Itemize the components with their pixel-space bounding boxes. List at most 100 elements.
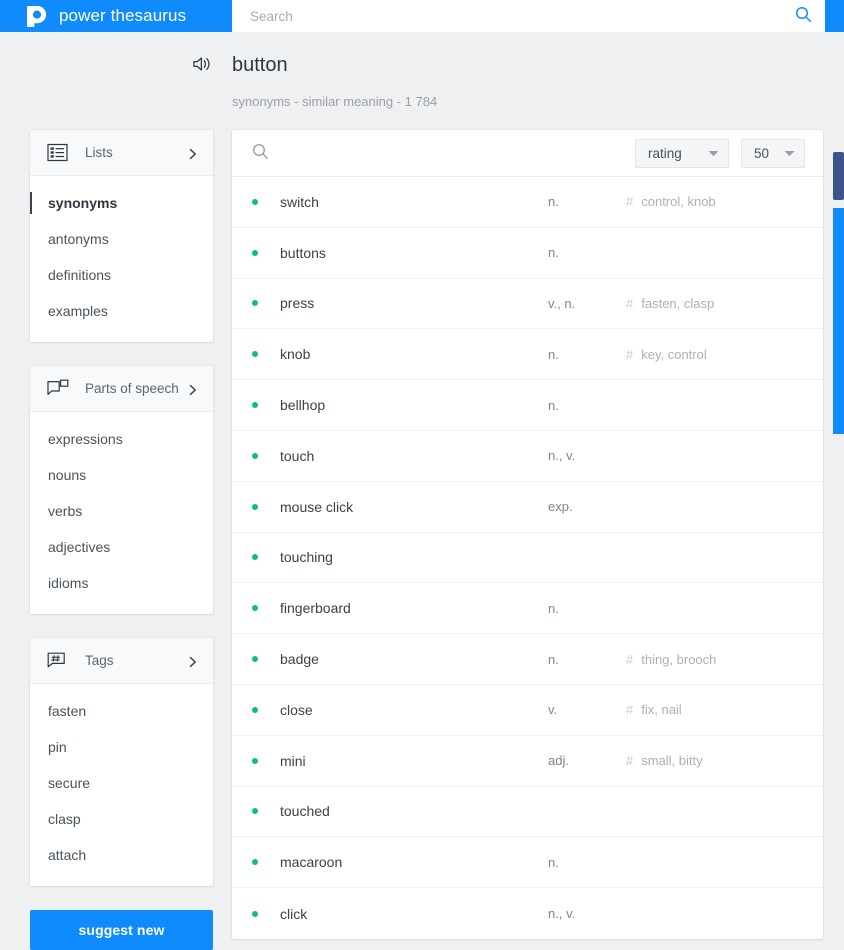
tags-label[interactable]: small, bitty	[641, 753, 702, 768]
sort-select[interactable]: rating	[635, 138, 729, 168]
sidebar-item-expressions[interactable]: expressions	[30, 421, 213, 457]
sidebar-item-label: idioms	[48, 575, 89, 591]
results-toolbar: rating 50	[232, 130, 823, 177]
tags-label[interactable]: thing, brooch	[641, 652, 716, 667]
tags-cell: # fasten, clasp	[626, 296, 714, 311]
sidebar-item-fasten[interactable]: fasten	[30, 693, 213, 729]
table-row[interactable]: click n., v.	[232, 888, 823, 939]
table-row[interactable]: mini adj. # small, bitty	[232, 736, 823, 787]
hash-icon: #	[626, 753, 634, 769]
term-label: bellhop	[280, 397, 326, 414]
sidebar-item-examples[interactable]: examples	[30, 293, 213, 329]
part-of-speech-label: n.	[548, 194, 559, 210]
tags-label[interactable]: fasten, clasp	[641, 296, 714, 311]
results-filter-button[interactable]	[252, 142, 274, 164]
sidebar-item-label: expressions	[48, 431, 123, 447]
term-label: switch	[280, 193, 319, 210]
pronounce-button[interactable]	[190, 55, 214, 77]
term-label: click	[280, 905, 308, 922]
bullet-icon	[252, 859, 258, 866]
sidebar-item-attach[interactable]: attach	[30, 837, 213, 873]
hashtag-bubble-icon	[47, 651, 69, 671]
part-of-speech-label: n.	[548, 397, 559, 413]
chevron-right-icon	[187, 383, 199, 395]
table-row[interactable]: touch n., v.	[232, 431, 823, 482]
term-label: mini	[280, 752, 306, 769]
sidebar-section-lists-header[interactable]: Lists	[30, 130, 213, 176]
sidebar-item-nouns[interactable]: nouns	[30, 457, 213, 493]
table-row[interactable]: bellhop n.	[232, 380, 823, 431]
sidebar-section-tags: Tags fasten pin secure clasp attach	[30, 638, 213, 886]
tags-label[interactable]: key, control	[641, 347, 707, 362]
sidebar-item-label: fasten	[48, 703, 87, 719]
sidebar-item-clasp[interactable]: clasp	[30, 801, 213, 837]
tags-cell: # thing, brooch	[626, 652, 716, 667]
table-row[interactable]: close v. # fix, nail	[232, 685, 823, 736]
tags-label[interactable]: control, knob	[641, 194, 715, 209]
term-label: touch	[280, 447, 315, 464]
table-row[interactable]: press v., n. # fasten, clasp	[232, 279, 823, 330]
tags-cell: # control, knob	[626, 194, 716, 209]
sidebar-section-title: Lists	[85, 145, 113, 160]
sidebar-item-secure[interactable]: secure	[30, 765, 213, 801]
table-row[interactable]: touched	[232, 787, 823, 838]
vertical-scrollbar-thumb[interactable]	[833, 152, 844, 200]
sidebar-section-tags-header[interactable]: Tags	[30, 638, 213, 684]
sidebar-section-parts-of-speech-header[interactable]: Parts of speech	[30, 366, 213, 412]
search-input[interactable]	[232, 1, 781, 31]
sidebar-section-tags-items: fasten pin secure clasp attach	[30, 684, 213, 886]
part-of-speech-label: adj.	[548, 753, 569, 769]
table-row[interactable]: switch n. # control, knob	[232, 177, 823, 228]
table-row[interactable]: touching	[232, 533, 823, 584]
sidebar-item-definitions[interactable]: definitions	[30, 257, 213, 293]
part-of-speech-label: v.	[548, 702, 558, 718]
table-row[interactable]: mouse click exp.	[232, 482, 823, 533]
bullet-icon	[252, 706, 258, 713]
sidebar-item-label: attach	[48, 847, 87, 863]
speech-bubble-icon	[47, 379, 69, 399]
chevron-right-icon	[187, 147, 199, 159]
table-row[interactable]: fingerboard n.	[232, 583, 823, 635]
bullet-icon	[252, 503, 258, 510]
tags-label[interactable]: fix, nail	[641, 702, 681, 717]
speaker-icon	[192, 55, 212, 76]
sidebar-item-label: adjectives	[48, 539, 111, 555]
sidebar-item-label: antonyms	[48, 231, 109, 247]
sidebar-section-lists: Lists synonyms antonyms definitions exam…	[30, 130, 213, 342]
term-label: touched	[280, 803, 330, 820]
power-thesaurus-logo-icon	[25, 5, 48, 28]
table-row[interactable]: buttons n.	[232, 228, 823, 279]
hash-icon: #	[626, 702, 634, 718]
sidebar-item-adjectives[interactable]: adjectives	[30, 529, 213, 565]
table-row[interactable]: knob n. # key, control	[232, 329, 823, 381]
bullet-icon	[252, 198, 258, 205]
search-icon	[795, 6, 812, 26]
sidebar-item-label: definitions	[48, 267, 112, 283]
sidebar-item-antonyms[interactable]: antonyms	[30, 221, 213, 257]
hash-icon: #	[626, 295, 634, 311]
table-row[interactable]: badge n. # thing, brooch	[232, 634, 823, 685]
bullet-icon	[252, 249, 258, 256]
brand-home-link[interactable]: power thesaurus	[0, 0, 186, 32]
global-search-bar	[232, 0, 825, 32]
part-of-speech-label: exp.	[548, 499, 573, 515]
suggest-new-button[interactable]: suggest new	[30, 910, 213, 950]
sidebar-item-verbs[interactable]: verbs	[30, 493, 213, 529]
bullet-icon	[252, 351, 258, 358]
sidebar-section-lists-items: synonyms antonyms definitions examples	[30, 176, 213, 342]
tags-cell: # key, control	[626, 347, 707, 362]
sidebar-item-idioms[interactable]: idioms	[30, 565, 213, 601]
term-label: press	[280, 295, 315, 312]
right-panel-edge[interactable]	[833, 208, 844, 434]
sidebar-item-pin[interactable]: pin	[30, 729, 213, 765]
sidebar-item-synonyms[interactable]: synonyms	[30, 185, 213, 221]
list-icon	[47, 143, 69, 163]
sidebar-section-parts-of-speech: Parts of speech expressions nouns verbs	[30, 366, 213, 614]
tags-cell: # small, bitty	[626, 753, 703, 768]
table-row[interactable]: macaroon n.	[232, 837, 823, 889]
bullet-icon	[252, 757, 258, 764]
sidebar-section-title: Tags	[85, 653, 114, 668]
search-submit-button[interactable]	[781, 0, 825, 32]
caret-down-icon	[708, 144, 719, 162]
page-size-select[interactable]: 50	[741, 138, 805, 168]
